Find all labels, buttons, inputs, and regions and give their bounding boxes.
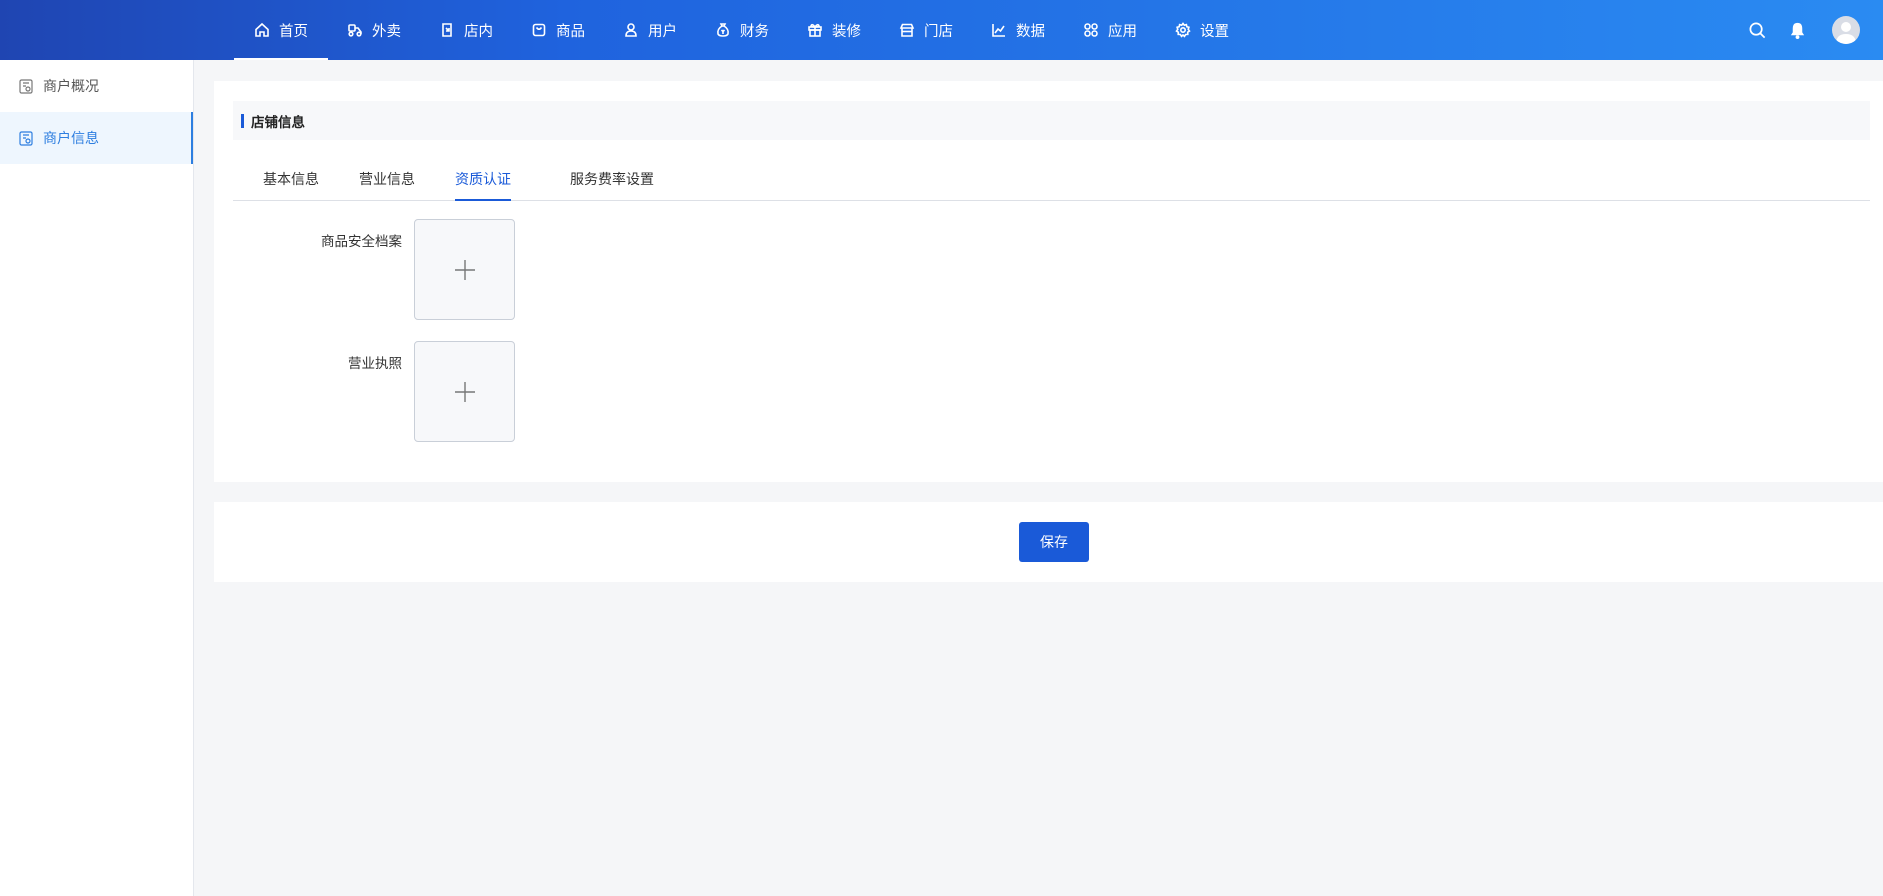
upload-product-safety-file[interactable] bbox=[414, 219, 515, 320]
tab-bar: 基本信息 营业信息 资质认证 服务费率设置 bbox=[233, 163, 1870, 201]
main-nav: 首页 外卖 店内 商品 用户 财务 装修 门店 数据 应用 设置 bbox=[234, 0, 1248, 60]
nav-item-apps[interactable]: 应用 bbox=[1064, 0, 1156, 60]
section-header: 店铺信息 bbox=[233, 101, 1870, 140]
sidebar-item-label: 商户信息 bbox=[43, 131, 99, 147]
tab-basic-info[interactable]: 基本信息 bbox=[263, 163, 319, 201]
field-label-product-safety-file: 商品安全档案 bbox=[321, 234, 402, 250]
nav-item-label: 首页 bbox=[279, 23, 308, 40]
nav-item-delivery[interactable]: 外卖 bbox=[328, 0, 420, 60]
search-button[interactable] bbox=[1747, 20, 1767, 40]
tab-qualification[interactable]: 资质认证 bbox=[455, 163, 511, 201]
nav-item-label: 商品 bbox=[556, 23, 585, 40]
data-chart-icon bbox=[992, 24, 1005, 37]
dine-in-icon bbox=[442, 23, 452, 37]
notifications-button[interactable] bbox=[1787, 20, 1807, 40]
nav-item-dine-in[interactable]: 店内 bbox=[420, 0, 512, 60]
field-label-business-license: 营业执照 bbox=[348, 356, 402, 372]
nav-item-label: 店内 bbox=[464, 23, 493, 40]
delivery-icon bbox=[348, 24, 362, 37]
nav-item-label: 门店 bbox=[924, 23, 953, 40]
nav-item-data[interactable]: 数据 bbox=[972, 0, 1064, 60]
save-button[interactable]: 保存 bbox=[1019, 522, 1089, 562]
store-info-card: 店铺信息 基本信息 营业信息 资质认证 服务费率设置 商品安全档案 营业执照 bbox=[214, 81, 1883, 482]
nav-item-decorate[interactable]: 装修 bbox=[788, 0, 880, 60]
nav-item-label: 外卖 bbox=[372, 23, 401, 40]
sidebar-item-label: 商户概况 bbox=[43, 79, 99, 95]
nav-item-label: 财务 bbox=[740, 23, 769, 40]
plus-icon bbox=[454, 381, 475, 402]
document-icon bbox=[19, 78, 33, 94]
search-icon bbox=[1749, 22, 1765, 38]
decorate-icon bbox=[808, 23, 822, 37]
nav-item-label: 装修 bbox=[832, 23, 861, 40]
tab-business-info[interactable]: 营业信息 bbox=[359, 163, 415, 201]
product-icon bbox=[532, 23, 546, 37]
nav-item-label: 数据 bbox=[1016, 23, 1045, 40]
nav-item-settings[interactable]: 设置 bbox=[1156, 0, 1248, 60]
nav-item-stores[interactable]: 门店 bbox=[880, 0, 972, 60]
tab-service-fee-settings[interactable]: 服务费率设置 bbox=[570, 163, 654, 201]
home-icon bbox=[255, 22, 269, 37]
nav-item-label: 用户 bbox=[648, 23, 677, 40]
nav-item-users[interactable]: 用户 bbox=[604, 0, 696, 60]
nav-item-label: 设置 bbox=[1200, 23, 1229, 40]
footer-actions: 保存 bbox=[214, 502, 1883, 582]
section-title: 店铺信息 bbox=[251, 114, 305, 131]
finance-icon bbox=[717, 23, 729, 37]
sidebar: 商户概况 商户信息 bbox=[0, 60, 194, 896]
bell-icon bbox=[1790, 22, 1804, 39]
nav-item-products[interactable]: 商品 bbox=[512, 0, 604, 60]
sidebar-item-merchant-info[interactable]: 商户信息 bbox=[0, 112, 193, 164]
settings-icon bbox=[1175, 22, 1191, 38]
nav-item-label: 应用 bbox=[1108, 23, 1137, 40]
user-icon bbox=[625, 23, 637, 37]
nav-item-home[interactable]: 首页 bbox=[234, 0, 328, 60]
store-icon bbox=[899, 23, 915, 37]
user-avatar-icon bbox=[1836, 22, 1856, 44]
section-accent-bar bbox=[241, 113, 244, 128]
apps-icon bbox=[1084, 23, 1098, 37]
plus-icon bbox=[454, 259, 475, 280]
avatar[interactable] bbox=[1832, 16, 1860, 44]
top-right-actions bbox=[1747, 0, 1883, 60]
upload-business-license[interactable] bbox=[414, 341, 515, 442]
nav-item-finance[interactable]: 财务 bbox=[696, 0, 788, 60]
top-nav-bar: 首页 外卖 店内 商品 用户 财务 装修 门店 数据 应用 设置 bbox=[0, 0, 1883, 60]
document-icon bbox=[19, 130, 33, 146]
sidebar-item-merchant-overview[interactable]: 商户概况 bbox=[0, 60, 193, 112]
